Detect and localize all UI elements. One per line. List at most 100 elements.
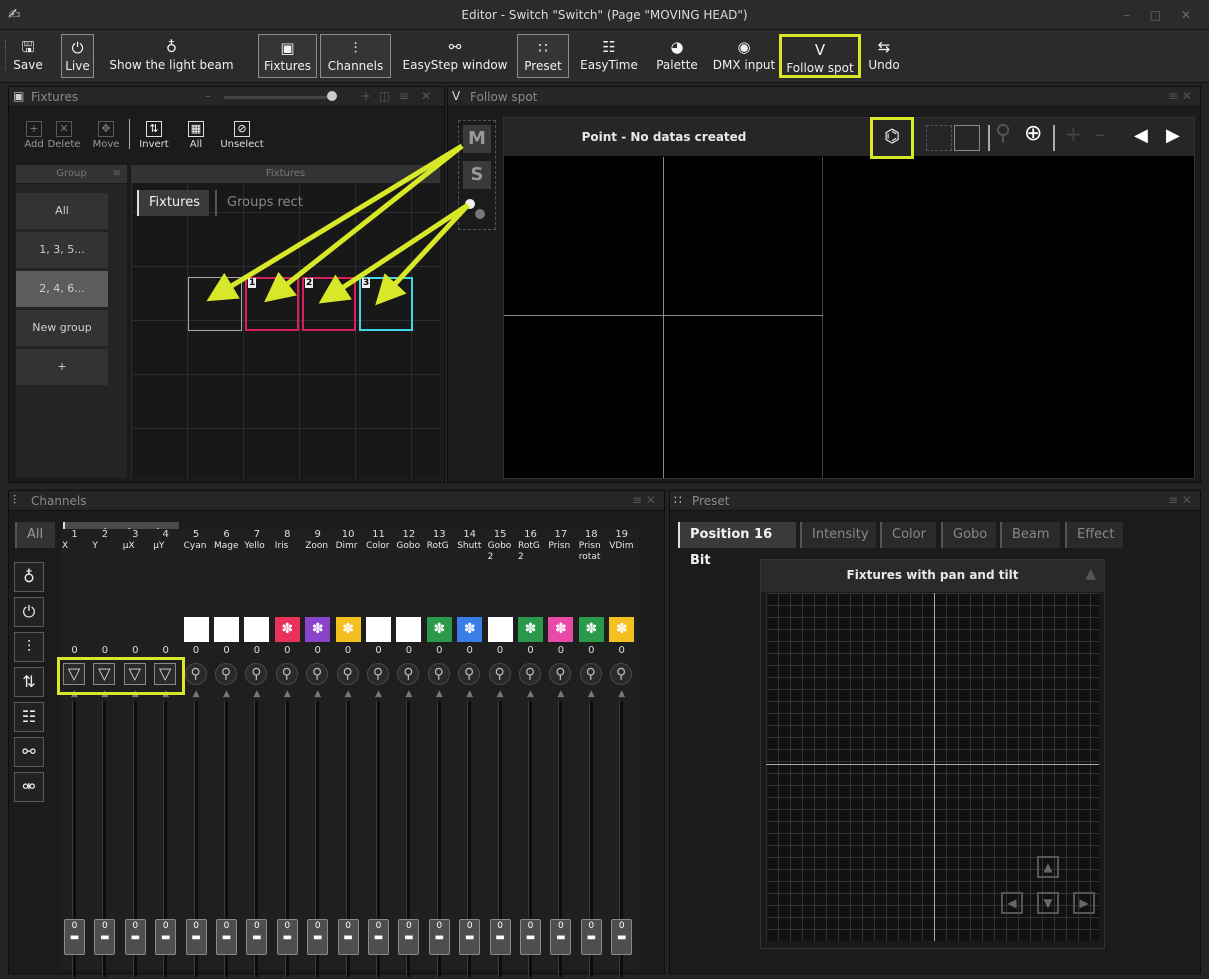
group-item[interactable]: New group: [16, 310, 108, 346]
group-item[interactable]: All: [16, 193, 108, 229]
power-icon[interactable]: ⏻: [14, 597, 44, 627]
fit-icon[interactable]: ◫: [379, 89, 390, 103]
dmx-input-button[interactable]: ◉ DMX input: [704, 34, 784, 78]
channel-knob[interactable]: ⚲: [458, 663, 481, 685]
master-button[interactable]: M: [463, 125, 491, 153]
zoom-in-icon[interactable]: +: [361, 89, 371, 103]
channel-fader-cap[interactable]: 0 ▬: [580, 919, 602, 955]
panel-close-icon[interactable]: ✕: [421, 89, 431, 103]
add-point-icon[interactable]: +: [1065, 122, 1082, 146]
tab-effect[interactable]: Effect: [1065, 522, 1123, 548]
pan-tilt-settings-icon[interactable]: ▲: [1085, 566, 1096, 582]
follow-spot-canvas[interactable]: [504, 157, 823, 478]
tab-intensity[interactable]: Intensity: [800, 522, 876, 548]
move-button[interactable]: ✥ Move: [89, 121, 123, 150]
channel-fader-cap[interactable]: 0 ▬: [216, 919, 237, 955]
zoom-slider[interactable]: [224, 96, 332, 99]
palette-button[interactable]: ◕ Palette: [647, 34, 707, 78]
channel-knob[interactable]: ⚲: [397, 663, 420, 685]
zoom-out-magnifier-icon[interactable]: ⚲: [995, 121, 1011, 146]
window-controls[interactable]: – □ ✕: [1124, 8, 1199, 22]
channel-fader-cap[interactable]: 0 ▬: [94, 919, 116, 955]
add-button[interactable]: + Add: [17, 121, 51, 150]
group-item[interactable]: 1, 3, 5...: [16, 232, 108, 268]
channels-panel-menu-icon[interactable]: ≡ ✕: [632, 493, 656, 507]
slave-button[interactable]: S: [463, 161, 491, 189]
arrow-left-icon[interactable]: ◀: [1001, 892, 1023, 914]
group-menu-icon[interactable]: ≡: [113, 165, 121, 183]
fixtures-button[interactable]: ▣ Fixtures: [258, 34, 317, 78]
channel-fader-cap[interactable]: 0 ▬: [520, 919, 541, 955]
easystep-window-button[interactable]: ⚯ EasyStep window: [396, 34, 514, 78]
preset-panel-menu-icon[interactable]: ≡ ✕: [1168, 493, 1192, 507]
preset-button[interactable]: ∷ Preset: [517, 34, 569, 78]
faders-icon[interactable]: ⫶: [14, 632, 44, 662]
fixture-cell[interactable]: 2: [302, 277, 356, 331]
channel-knob[interactable]: ⚲: [275, 663, 298, 685]
channel-fader-cap[interactable]: 0 ▬: [368, 919, 389, 955]
channel-fader-cap[interactable]: 0 ▬: [337, 919, 359, 955]
channels-button[interactable]: ⫶ Channels: [320, 34, 391, 78]
follow-panel-menu-icon[interactable]: ≡ ✕: [1168, 89, 1192, 103]
pan-tilt-grid[interactable]: [766, 593, 1099, 941]
follow-spot-button[interactable]: V Follow spot: [779, 34, 861, 78]
channel-knob[interactable]: ⚲: [549, 663, 572, 685]
channel-knob[interactable]: ⚲: [488, 663, 511, 685]
channel-knob[interactable]: ⚲: [245, 663, 268, 685]
channel-fader-cap[interactable]: 0 ▬: [398, 919, 420, 955]
channel-knob[interactable]: ⚲: [336, 663, 359, 685]
tab-groups-rect[interactable]: Groups rect: [215, 190, 313, 216]
remove-point-icon[interactable]: –: [1095, 122, 1105, 146]
channel-fader-cap[interactable]: 0 ▬: [276, 919, 298, 955]
tab-beam[interactable]: Beam: [1000, 522, 1060, 548]
zoom-in-magnifier-icon[interactable]: ⊕: [1024, 121, 1042, 146]
channel-knob[interactable]: ⚲: [579, 663, 602, 685]
fixture-cell[interactable]: 1: [245, 277, 299, 331]
channel-fader-cap[interactable]: 0 ▬: [550, 919, 572, 955]
channel-knob[interactable]: ⚲: [519, 663, 541, 685]
invert-button[interactable]: ⇅ Invert: [137, 121, 171, 150]
undo-button[interactable]: ⇆ Undo: [864, 34, 904, 78]
all-button[interactable]: ▦ All: [179, 121, 213, 150]
channel-knob[interactable]: ⚲: [215, 663, 237, 685]
group-item[interactable]: +: [16, 349, 108, 385]
channel-fader-cap[interactable]: 0 ▬: [611, 919, 633, 955]
fixture-cell[interactable]: 3: [359, 277, 413, 331]
unselect-button[interactable]: ⊘ Unselect: [219, 121, 265, 150]
next-icon[interactable]: ▶: [1166, 125, 1180, 146]
panel-menu-icon[interactable]: ≡: [399, 89, 409, 103]
previous-icon[interactable]: ◀: [1134, 125, 1148, 146]
save-button[interactable]: 🖫 Save: [13, 34, 43, 78]
channel-fader-cap[interactable]: 0 ▬: [428, 919, 450, 955]
channel-fader-cap[interactable]: 0 ▬: [155, 919, 177, 955]
arrow-up-icon[interactable]: ▲: [1037, 856, 1059, 878]
fit-dashed-icon[interactable]: [926, 125, 952, 151]
live-button[interactable]: ⏻ Live: [61, 34, 94, 78]
fixture-cell[interactable]: [188, 277, 242, 331]
easytime-button[interactable]: ☷ EasyTime: [572, 34, 646, 78]
channel-knob[interactable]: ⚲: [184, 663, 207, 685]
channel-fader-cap[interactable]: 0 ▬: [246, 919, 268, 955]
channel-fader-cap[interactable]: 0 ▬: [64, 919, 85, 955]
channel-fader-cap[interactable]: 0 ▬: [307, 919, 329, 955]
channel-knob[interactable]: ⚲: [367, 663, 389, 685]
tab-fixtures[interactable]: Fixtures: [137, 190, 209, 216]
zoom-out-icon[interactable]: –: [205, 89, 211, 103]
easystep-icon[interactable]: ⚯: [14, 737, 44, 767]
arrow-down-icon[interactable]: ▼: [1037, 892, 1059, 914]
zoom-slider-handle[interactable]: [327, 91, 337, 101]
channel-fader-cap[interactable]: 0 ▬: [489, 919, 511, 955]
channel-fader-cap[interactable]: 0 ▬: [185, 919, 207, 955]
channel-knob[interactable]: ⚲: [427, 663, 450, 685]
channel-fader-cap[interactable]: 0 ▬: [124, 919, 146, 955]
reset-knob-icon[interactable]: ♁: [14, 562, 44, 592]
channel-fader-cap[interactable]: 0 ▬: [459, 919, 481, 955]
faders-sort-icon[interactable]: ⇅: [14, 667, 44, 697]
channel-knob[interactable]: ⚲: [306, 663, 329, 685]
move-dashed-icon[interactable]: [954, 125, 980, 151]
tab-gobo[interactable]: Gobo: [941, 522, 996, 548]
fixtures-grid[interactable]: [131, 184, 440, 478]
record-cassette-icon[interactable]: ⌬: [870, 117, 914, 159]
point-tool-icon[interactable]: [463, 197, 491, 225]
tab-position-16-bit[interactable]: Position 16 Bit: [678, 522, 796, 568]
